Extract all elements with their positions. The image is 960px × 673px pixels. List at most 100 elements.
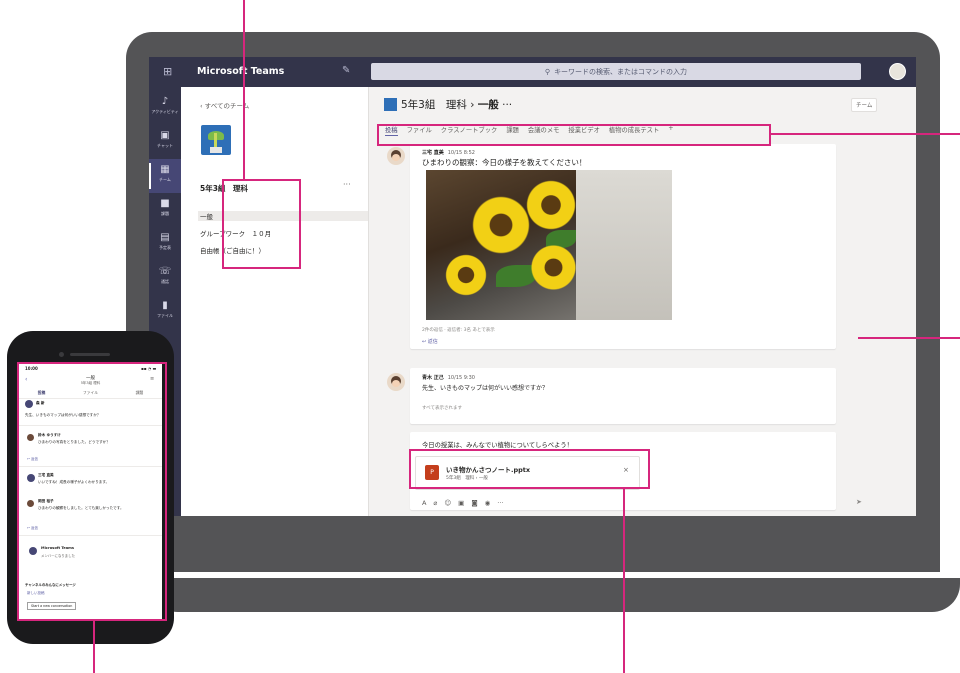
reply-summary[interactable]: すべて表示されます (422, 405, 462, 411)
list-item: 先生、いきものマップは何がいい感想ですか？ (25, 413, 100, 418)
callout-line-team (243, 0, 245, 180)
appbar-label: チャット (157, 143, 173, 148)
add-tab-button[interactable]: + (668, 125, 673, 136)
mobile-menu-icon[interactable]: ≡ (150, 376, 154, 382)
tab-plant-test[interactable]: 植物の成長テスト (609, 125, 659, 136)
start-conversation-button[interactable]: Start a new conversation (27, 602, 77, 610)
assignment-icon: ■ (160, 198, 170, 209)
more-options-icon[interactable]: ··· (497, 499, 503, 507)
new-post-link[interactable]: 新しい投稿 (27, 591, 45, 596)
reply-link[interactable]: ↩ 返信 (27, 526, 38, 531)
tab-class-notebook[interactable]: クラスノートブック (441, 125, 498, 136)
avatar (387, 373, 405, 391)
mobile-tab-assignments[interactable]: 課題 (136, 390, 144, 396)
list-item[interactable]: 岡田 裕子 (38, 499, 54, 504)
close-icon[interactable]: × (623, 466, 629, 474)
gif-icon[interactable]: ▣ (458, 499, 464, 507)
mobile-message-author: 岡田 裕子 (38, 499, 54, 503)
search-input[interactable]: ⚲ キーワードの検索、またはコマンドの入力 (371, 63, 861, 80)
calendar-icon: ▤ (160, 232, 170, 243)
appbar-label: 通話 (161, 279, 169, 284)
callout-line-attachment (623, 489, 625, 673)
team-button[interactable]: チーム (851, 98, 878, 112)
meet-icon[interactable]: ◉ (485, 499, 491, 507)
list-item[interactable]: 森 新 (36, 401, 44, 406)
app-title: Microsoft Teams (197, 66, 285, 77)
channel-item-free[interactable]: 自由帳（ご自由に！） (200, 245, 265, 255)
photo-sunflower (521, 175, 581, 235)
tab-posts[interactable]: 投稿 (385, 125, 398, 136)
appbar-calendar[interactable]: ▤ 予定表 (149, 227, 181, 261)
mobile-tab-files[interactable]: ファイル (83, 390, 98, 396)
message-time: 10/15 9:30 (447, 375, 475, 381)
sticker-icon[interactable]: ◙ (471, 499, 477, 507)
message-text: ひまわりの観察：今日の様子を教えてください！ (422, 158, 587, 167)
divider (19, 466, 162, 467)
message-meta: 青木 正己 10/15 9:30 (422, 374, 475, 381)
team-more-icon[interactable]: ··· (343, 180, 351, 189)
message-text: 先生、いきものマップは何がいい感想ですか？ (422, 385, 549, 392)
photo-sunflower (526, 240, 581, 295)
appbar-activity[interactable]: ♪ アクティビティ (149, 91, 181, 125)
list-item: いいですね！成長の様子がよくわかります。 (38, 480, 109, 485)
avatar (27, 500, 34, 507)
attach-icon[interactable]: ⌀ (433, 499, 437, 507)
emoji-icon[interactable]: ☺ (444, 499, 451, 507)
channel-item-groupwork[interactable]: グループワーク １０月 (200, 228, 271, 238)
appbar-calls[interactable]: ☏ 通話 (149, 261, 181, 295)
search-placeholder: キーワードの検索、またはコマンドの入力 (554, 67, 688, 76)
attachment-card[interactable]: P いき物かんさつノート.pptx 5年3組 理科 › 一般 × (415, 456, 640, 490)
mobile-team-name: 5年3組 理科 (80, 381, 101, 385)
compose-icon[interactable]: ✎ (342, 65, 350, 76)
team-avatar (201, 125, 231, 155)
mobile-prompt: チャンネルのみんなにメッセージ (25, 583, 76, 587)
list-item[interactable]: 三宅 直美 (38, 473, 54, 478)
tab-assignments[interactable]: 課題 (506, 125, 519, 136)
appbar-files[interactable]: ▮ ファイル (149, 295, 181, 329)
tab-files[interactable]: ファイル (407, 125, 432, 136)
photo-wall (576, 170, 672, 320)
reply-summary[interactable]: 2件の返信 · 返信者: 3名 あとで表示 (422, 327, 495, 333)
divider (19, 425, 162, 426)
avatar (387, 147, 405, 165)
powerpoint-icon: P (425, 465, 439, 480)
plant-pot-icon (210, 147, 222, 153)
channel-more-icon[interactable]: ··· (502, 99, 512, 111)
camera-icon (59, 352, 64, 357)
file-icon: ▮ (162, 300, 168, 311)
mobile-tab-posts[interactable]: 投稿 (38, 390, 46, 396)
back-to-teams-link[interactable]: ‹ すべてのチーム (200, 100, 249, 110)
message-time: 10/15 8:52 (447, 150, 475, 156)
message-author: 青木 正己 (422, 375, 444, 381)
teams-mobile-screen: 10:00 ▪▪ ◔ ▬ ‹ 一般 5年3組 理科 ≡ 投稿 ファイル 課題 森… (19, 363, 162, 620)
appbar-teams[interactable]: ▦ チーム (149, 159, 181, 193)
attachment-name: いき物かんさつノート.pptx (446, 466, 531, 474)
channel-name: 一般 (477, 99, 499, 111)
mobile-message-text: ひまわりの写真をとりました。どうですか？ (38, 440, 110, 444)
mobile-member-sub: メンバーになりました (41, 554, 75, 558)
appbar-assignments[interactable]: ■ 課題 (149, 193, 181, 227)
profile-avatar[interactable] (889, 63, 906, 80)
reply-link[interactable]: ↩ 返信 (422, 338, 438, 345)
app-launcher-icon[interactable]: ⊞ (163, 65, 172, 78)
tab-meeting-notes[interactable]: 会議のメモ (528, 125, 559, 136)
speaker-grille (70, 353, 110, 356)
callout-line-phone (93, 621, 95, 673)
tab-class-video[interactable]: 授業ビデオ (568, 125, 599, 136)
appbar-chat[interactable]: ▣ チャット (149, 125, 181, 159)
list-item[interactable]: 鈴木 ゆうすけ (38, 433, 61, 438)
title-bar: ⊞ Microsoft Teams ✎ ⚲ キーワードの検索、またはコマンドの入… (149, 57, 916, 87)
list-item: ひまわりの観察をしました。とても楽しかったです。 (38, 506, 124, 511)
laptop-base (150, 578, 960, 612)
attachment-location: 5年3組 理科 › 一般 (446, 476, 488, 481)
team-panel: ‹ すべてのチーム 5年3組 理科 ··· 一般 グループワーク １０月 自由帳… (181, 87, 369, 516)
message-card: 三宅 直美 10/15 8:52 ひまわりの観察：今日の様子を教えてください！ 2… (410, 144, 836, 349)
reply-link[interactable]: ↩ 返信 (27, 457, 38, 462)
channel-item-general[interactable]: 一般 (198, 211, 368, 221)
mobile-message-text: いいですね！成長の様子がよくわかります。 (38, 480, 110, 484)
appbar-label: アクティビティ (151, 109, 179, 114)
send-icon[interactable]: ➤ (856, 498, 862, 506)
divider (19, 535, 162, 536)
format-icon[interactable]: A (422, 499, 426, 507)
sunflower-photo[interactable] (426, 170, 672, 320)
